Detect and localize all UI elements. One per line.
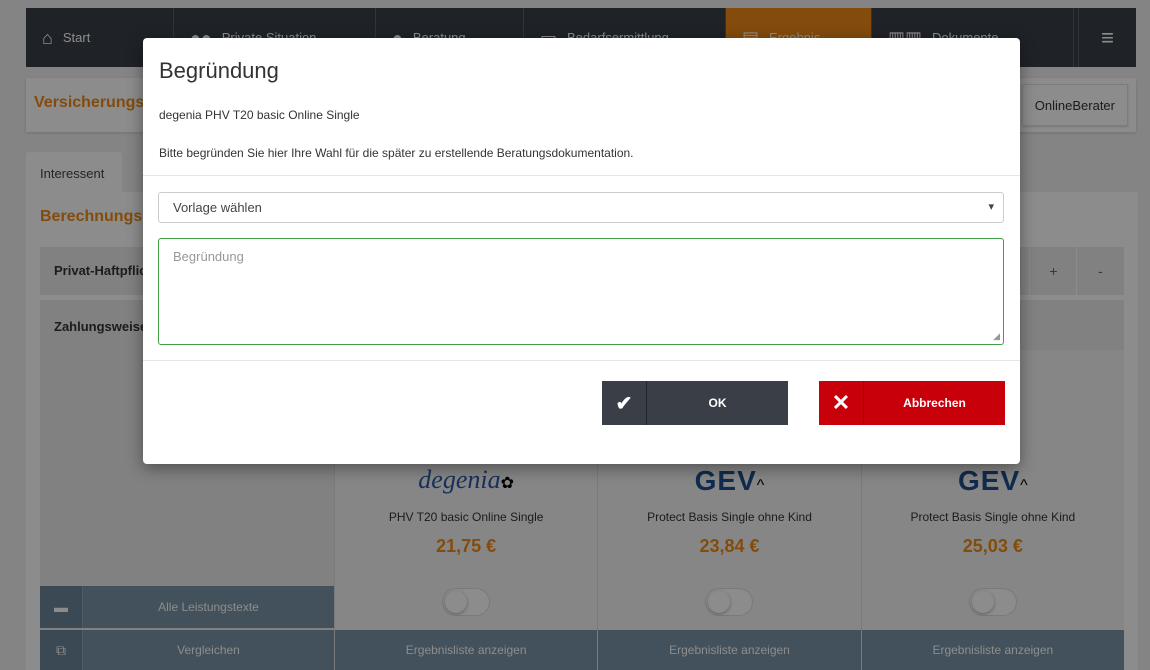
begruendung-dialog: Begründung degenia PHV T20 basic Online … (143, 38, 1020, 464)
checkmark-icon: ✔ (602, 381, 647, 425)
ok-label: OK (708, 396, 727, 410)
dialog-hint: Bitte begründen Sie hier Ihre Wahl für d… (159, 146, 634, 160)
divider (143, 360, 1020, 361)
dialog-title: Begründung (159, 58, 279, 83)
chevron-down-icon: ▾ (988, 201, 994, 213)
ok-button[interactable]: ✔ OK (602, 381, 788, 425)
textarea-placeholder: Begründung (173, 249, 244, 264)
template-select[interactable]: Vorlage wählen ▾ (158, 192, 1004, 223)
divider (143, 175, 1020, 176)
resize-handle-icon[interactable]: ◢ (993, 331, 1000, 342)
cancel-label: Abbrechen (903, 396, 966, 410)
dialog-product-name: degenia PHV T20 basic Online Single (159, 108, 360, 122)
app: ⌂ Start ●● Private Situation ● Beratung … (0, 0, 1150, 670)
close-icon: ✕ (819, 381, 864, 425)
cancel-button[interactable]: ✕ Abbrechen (819, 381, 1005, 425)
template-select-value: Vorlage wählen (173, 200, 262, 215)
begruendung-textarea[interactable]: Begründung ◢ (158, 238, 1004, 345)
